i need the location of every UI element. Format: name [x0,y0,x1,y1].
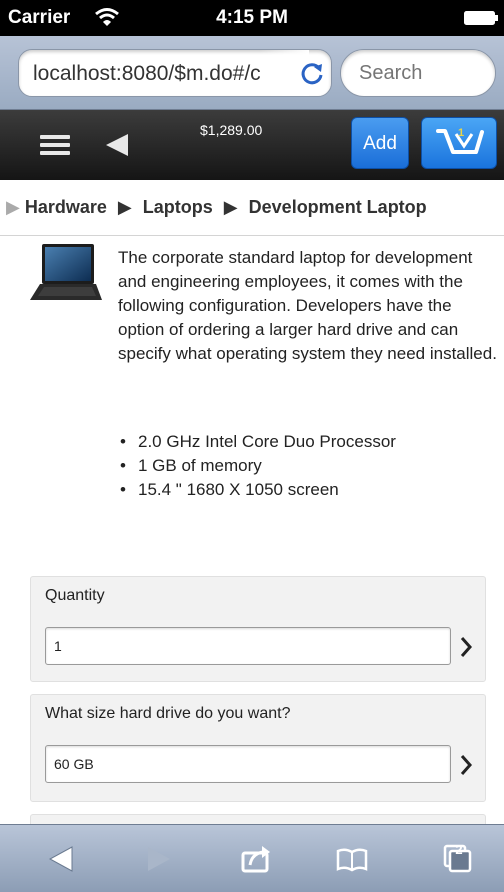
breadcrumb-item-current: Development Laptop [248,197,427,217]
app-toolbar: $1,289.00 Add 1 [0,110,504,180]
add-button[interactable]: Add [351,117,409,169]
url-field[interactable]: localhost:8080/$m.do#/c [18,49,332,97]
cart-button[interactable]: 1 [421,117,497,169]
quantity-input[interactable]: 1 [45,627,451,665]
back-arrow-icon[interactable] [104,132,130,158]
feature-item: 2.0 GHz Intel Core Duo Processor [118,430,396,454]
hard-drive-value: 60 GB [54,756,94,772]
quantity-section: Quantity 1 [30,576,486,682]
browser-bottom-toolbar [0,824,504,892]
bookmarks-icon[interactable] [336,843,368,875]
hard-drive-label: What size hard drive do you want? [45,705,291,722]
price-label: $1,289.00 [200,122,263,138]
tab-count: 2 [455,842,463,857]
quantity-label: Quantity [45,587,105,604]
chevron-right-icon[interactable] [459,754,473,776]
search-field[interactable] [340,49,496,97]
product-description: The corporate standard laptop for develo… [118,248,497,363]
forward-arrow-icon[interactable] [142,843,174,875]
back-arrow-icon[interactable] [46,843,78,875]
browser-address-bar: localhost:8080/$m.do#/c [0,36,504,110]
feature-item: 15.4 " 1680 X 1050 screen [118,478,396,502]
feature-item: 1 GB of memory [118,454,396,478]
breadcrumb-separator: ▶ [223,197,238,217]
url-text[interactable]: localhost:8080/$m.do#/c [33,62,293,86]
breadcrumb-item-laptops[interactable]: Laptops [143,197,213,217]
breadcrumb: ▶ Hardware ▶ Laptops ▶ Development Lapto… [0,180,504,236]
menu-icon[interactable] [40,132,70,158]
breadcrumb-separator: ▶ [117,197,132,217]
chevron-right-icon[interactable] [459,636,473,658]
search-input[interactable] [359,62,479,85]
breadcrumb-separator: ▶ [6,197,20,217]
feature-list: 2.0 GHz Intel Core Duo Processor 1 GB of… [118,430,396,502]
status-time: 4:15 PM [216,7,288,28]
breadcrumb-item-hardware[interactable]: Hardware [25,197,107,217]
cart-count-badge: 1 [458,127,465,139]
reload-icon[interactable] [299,60,325,86]
share-icon[interactable] [240,843,272,875]
battery-icon [464,11,498,25]
quantity-value: 1 [54,638,62,654]
hard-drive-select[interactable]: 60 GB [45,745,451,783]
laptop-image [30,244,102,300]
status-bar: Carrier 4:15 PM [0,0,504,36]
hard-drive-section: What size hard drive do you want? 60 GB [30,694,486,802]
